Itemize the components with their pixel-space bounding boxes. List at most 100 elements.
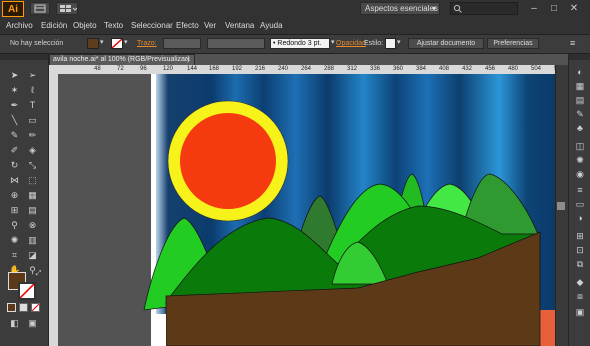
- artboard-tool-icon[interactable]: ⌗: [9, 250, 20, 261]
- layers-panel-icon[interactable]: ◉: [573, 168, 587, 180]
- close-tab-icon[interactable]: ×: [183, 54, 193, 65]
- mesh-tool-icon[interactable]: ⊞: [9, 205, 20, 216]
- menu-ver[interactable]: Ver: [204, 20, 216, 32]
- gradient-panel-icon[interactable]: ▭: [573, 198, 587, 210]
- menu-texto[interactable]: Texto: [104, 20, 123, 32]
- column-graph-tool-icon[interactable]: ▥: [27, 235, 38, 246]
- swatches-panel-icon[interactable]: ▤: [573, 94, 587, 106]
- align-panel-icon[interactable]: ⊞: [573, 230, 587, 242]
- blend-tool-icon[interactable]: ⊗: [27, 220, 38, 231]
- menu-ayuda[interactable]: Ayuda: [260, 20, 283, 32]
- stroke-weight-field[interactable]: [163, 38, 201, 49]
- chevron-down-icon[interactable]: ▾: [331, 38, 335, 48]
- selection-status: No hay selección: [10, 40, 64, 47]
- type-tool-icon[interactable]: T: [27, 100, 38, 111]
- symbol-sprayer-tool-icon[interactable]: ✺: [9, 235, 20, 246]
- chevron-down-icon[interactable]: ▾: [100, 38, 104, 48]
- pasteboard[interactable]: [58, 74, 555, 346]
- minimize-icon[interactable]: –: [526, 2, 542, 15]
- scrollbar-thumb[interactable]: [557, 202, 565, 210]
- color-panel-icon[interactable]: ◐: [573, 66, 587, 78]
- pathfinder-panel-icon[interactable]: ⧉: [573, 258, 587, 270]
- stroke-panel-icon[interactable]: ≡: [573, 184, 587, 196]
- variable-width-profile[interactable]: [207, 38, 265, 49]
- none-mode-icon[interactable]: [31, 303, 40, 312]
- menu-edicion[interactable]: Edición: [41, 20, 67, 32]
- swap-fill-stroke-icon[interactable]: ⤢: [33, 268, 44, 279]
- rectangle-tool-icon[interactable]: ▭: [27, 115, 38, 126]
- bridge-icon[interactable]: [30, 2, 50, 15]
- close-icon[interactable]: ✕: [566, 2, 582, 15]
- brush-definition-select[interactable]: • Redondo 3 pt.: [270, 38, 330, 49]
- stroke-color-box[interactable]: [18, 282, 36, 300]
- tools-panel: ➤ ➢ ✶ ℓ ✒ T ╲ ▭ ✎ ✏ ✐ ◈ ↻ ⤡ ⋈ ⬚ ⊕ ▦ ⊞ ▤ …: [0, 54, 49, 346]
- panel-menu-icon[interactable]: ≡: [570, 38, 575, 48]
- rotate-tool-icon[interactable]: ↻: [9, 160, 20, 171]
- ruler-tick-label: 168: [209, 66, 220, 72]
- graphic-styles-icon[interactable]: ◫: [573, 140, 587, 152]
- ruler-tick-label: 96: [140, 66, 147, 72]
- menu-archivo[interactable]: Archivo: [6, 20, 33, 32]
- symbols-panel-icon[interactable]: ♣: [573, 122, 587, 134]
- opacity-label[interactable]: Opacidad: [336, 39, 366, 49]
- draw-mode-icon[interactable]: ◧: [9, 318, 20, 329]
- artboards-panel-icon[interactable]: ⧈: [573, 290, 587, 302]
- tools-panel-header: [0, 54, 48, 60]
- links-panel-icon[interactable]: ▣: [573, 306, 587, 318]
- ruler-tick-label: 288: [324, 66, 335, 72]
- chevron-down-icon[interactable]: ▾: [397, 38, 401, 48]
- stroke-swatch[interactable]: [111, 38, 123, 49]
- style-label: Estilo:: [364, 40, 384, 47]
- perspective-grid-tool-icon[interactable]: ▦: [27, 190, 38, 201]
- ruler-tick-label: 144: [187, 66, 198, 72]
- menu-ventana[interactable]: Ventana: [225, 20, 254, 32]
- ruler-tick-label: 48: [94, 66, 101, 72]
- line-tool-icon[interactable]: ╲: [9, 115, 20, 126]
- maximize-icon[interactable]: □: [546, 2, 562, 15]
- free-transform-tool-icon[interactable]: ⬚: [27, 175, 38, 186]
- screen-mode-icon[interactable]: ▣: [27, 318, 38, 329]
- layers-stack-icon[interactable]: ◆: [573, 276, 587, 288]
- color-mode-icon[interactable]: [7, 303, 16, 312]
- preferences-button[interactable]: Preferencias: [487, 38, 539, 49]
- eraser-tool-icon[interactable]: ◈: [27, 145, 38, 156]
- lasso-tool-icon[interactable]: ℓ: [27, 85, 38, 96]
- transparency-panel-icon[interactable]: ◑: [573, 212, 587, 224]
- menu-objeto[interactable]: Objeto: [73, 20, 97, 32]
- color-guide-icon[interactable]: ▦: [573, 80, 587, 92]
- direct-selection-tool-icon[interactable]: ➢: [27, 70, 38, 81]
- graphic-style-swatch[interactable]: [385, 38, 396, 49]
- menu-efecto[interactable]: Efecto: [176, 20, 199, 32]
- scale-tool-icon[interactable]: ⤡: [27, 160, 38, 171]
- transform-panel-icon[interactable]: ⊡: [573, 244, 587, 256]
- fill-swatch[interactable]: [87, 38, 99, 49]
- panel-dock: ◐ ▦ ▤ ✎ ♣ ◫ ✺ ◉ ≡ ▭ ◑ ⊞ ⊡ ⧉ ◆ ⧈ ▣: [568, 54, 590, 346]
- selection-tool-icon[interactable]: ➤: [9, 70, 20, 81]
- chevron-down-icon[interactable]: ▾: [124, 38, 128, 48]
- eyedropper-tool-icon[interactable]: ⚲: [9, 220, 20, 231]
- gradient-mode-icon[interactable]: [19, 303, 28, 312]
- magic-wand-tool-icon[interactable]: ✶: [9, 85, 20, 96]
- pencil-tool-icon[interactable]: ✏: [27, 130, 38, 141]
- shape-builder-tool-icon[interactable]: ⊕: [9, 190, 20, 201]
- menu-seleccionar[interactable]: Seleccionar: [131, 20, 173, 32]
- stroke-label[interactable]: Trazo:: [137, 39, 157, 49]
- paintbrush-tool-icon[interactable]: ✎: [9, 130, 20, 141]
- width-tool-icon[interactable]: ⋈: [9, 175, 20, 186]
- blob-brush-tool-icon[interactable]: ✐: [9, 145, 20, 156]
- brushes-panel-icon[interactable]: ✎: [573, 108, 587, 120]
- ruler-tick-label: 360: [393, 66, 404, 72]
- arrange-documents-icon[interactable]: [56, 2, 78, 15]
- appearance-panel-icon[interactable]: ✺: [573, 154, 587, 166]
- search-icon: [453, 4, 462, 13]
- help-search-input[interactable]: [450, 2, 518, 15]
- ruler-tick-label: 480: [508, 66, 519, 72]
- document-setup-button[interactable]: Ajustar documento: [408, 38, 484, 49]
- workspace-switcher[interactable]: Aspectos esenciales ▾: [360, 2, 440, 15]
- artboard-gap: [156, 314, 166, 346]
- artboard-artwork[interactable]: [58, 74, 555, 346]
- slice-tool-icon[interactable]: ◪: [27, 250, 38, 261]
- gradient-tool-icon[interactable]: ▤: [27, 205, 38, 216]
- document-tab[interactable]: avila noche.ai* al 100% (RGB/Previsualiz…: [49, 54, 195, 65]
- pen-tool-icon[interactable]: ✒: [9, 100, 20, 111]
